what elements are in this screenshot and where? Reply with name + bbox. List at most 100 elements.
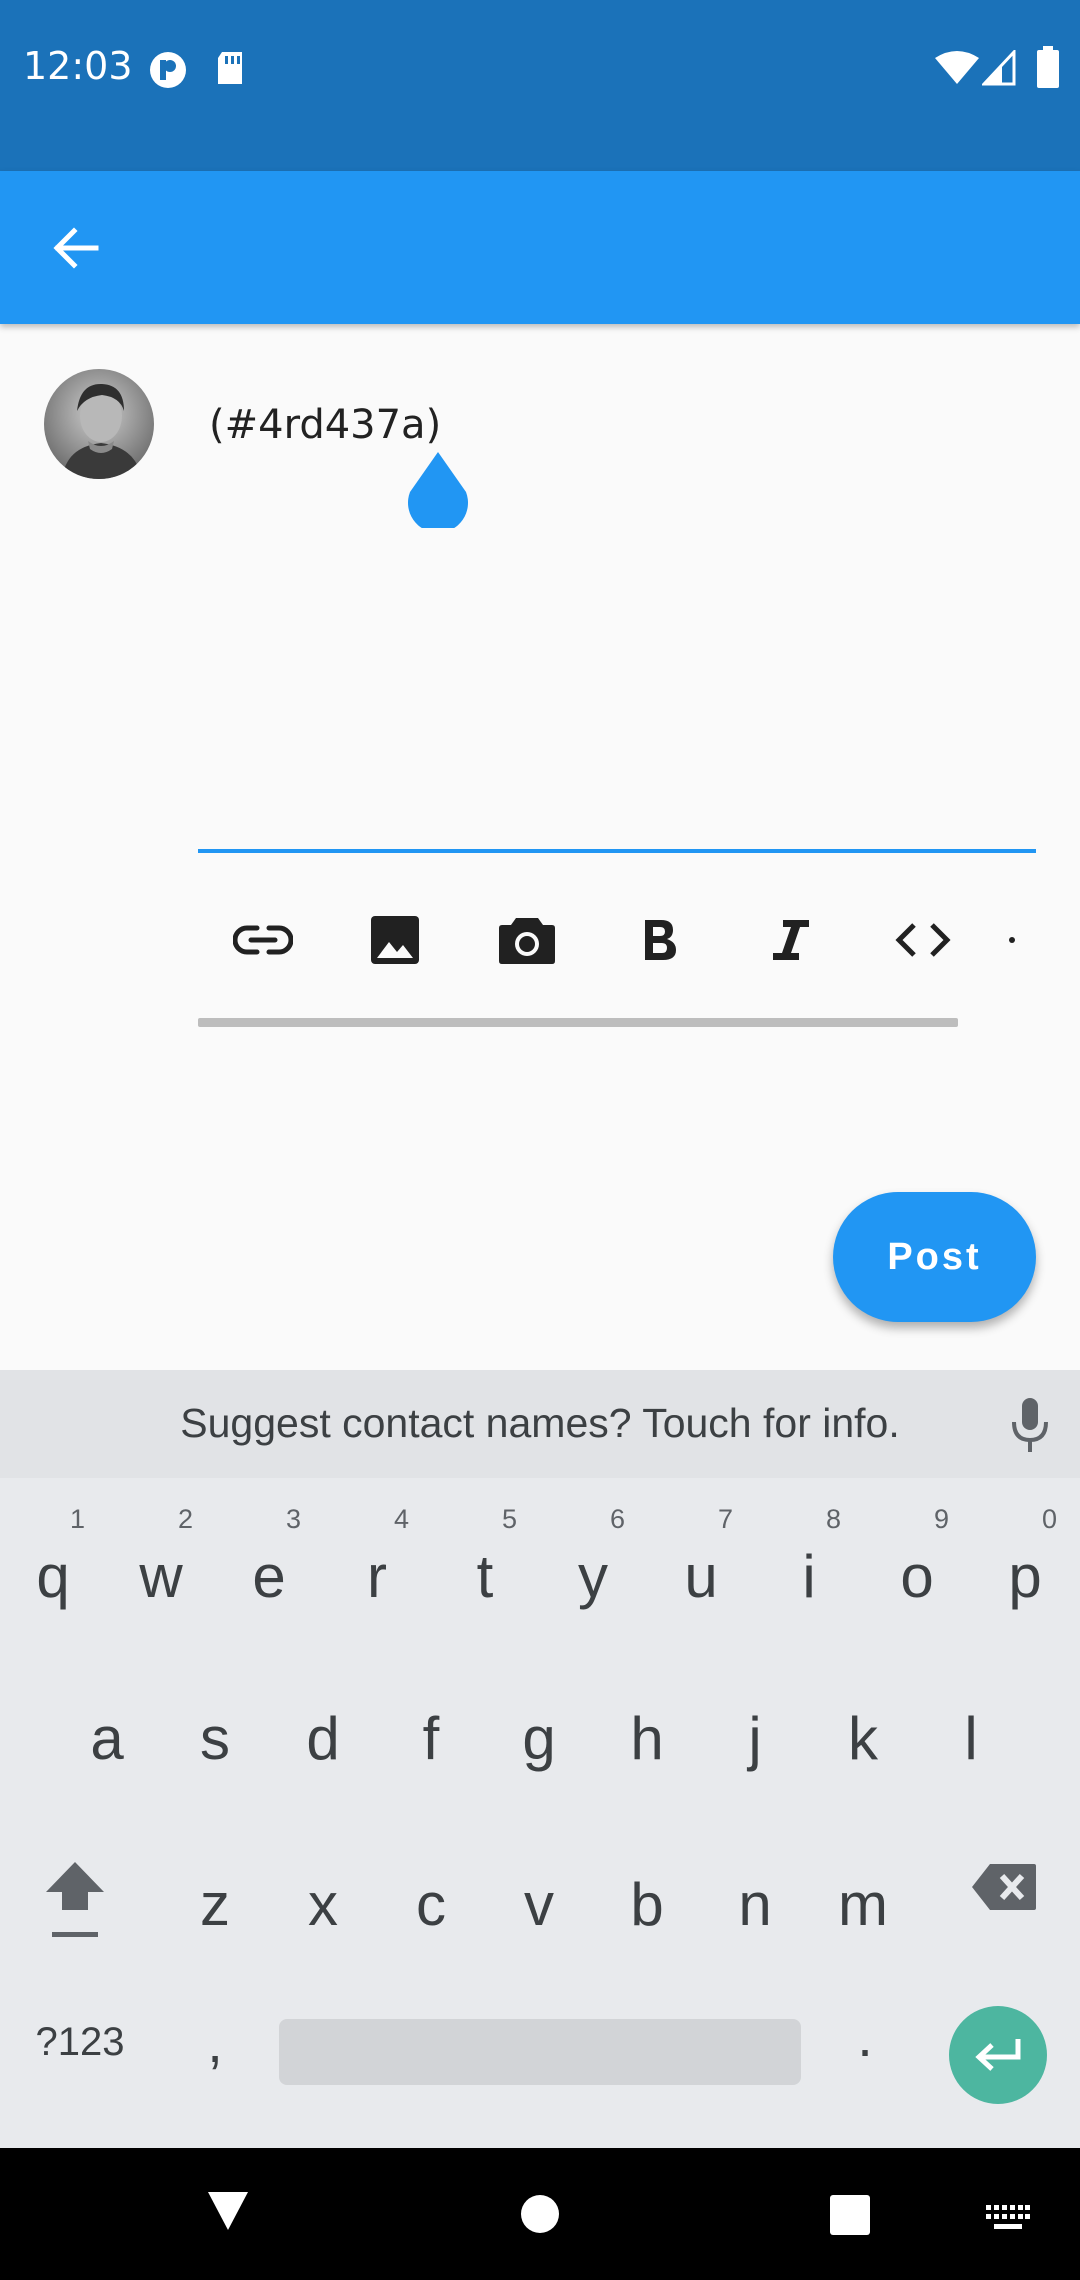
key-hint: 9 (933, 1504, 949, 1534)
key-label: i (802, 1543, 816, 1610)
comma-key[interactable]: , (190, 2010, 240, 2075)
image-icon[interactable] (350, 895, 440, 985)
key-hint: 4 (393, 1504, 409, 1534)
key-t[interactable]: t5 (435, 1500, 535, 1650)
key-label: e (252, 1543, 286, 1610)
keyboard: Suggest contact names? Touch for info. ?… (0, 1370, 1080, 2148)
key-label: d (306, 1705, 340, 1772)
key-label: n (738, 1871, 772, 1938)
italic-icon[interactable] (746, 895, 836, 985)
key-q[interactable]: q1 (3, 1500, 103, 1650)
key-e[interactable]: e3 (219, 1500, 319, 1650)
status-bar: 12:03 (0, 0, 1080, 171)
key-s[interactable]: s (165, 1662, 265, 1812)
toolbar-scrollbar[interactable] (198, 1018, 958, 1027)
key-hint: 2 (177, 1504, 193, 1534)
suggestion-bar[interactable]: Suggest contact names? Touch for info. (0, 1370, 1080, 1478)
key-label: p (1008, 1543, 1042, 1610)
key-x[interactable]: x (273, 1828, 373, 1978)
sd-card-icon (218, 52, 242, 84)
microphone-icon[interactable] (1010, 1396, 1050, 1454)
key-hint: 8 (825, 1504, 841, 1534)
key-hint: 0 (1041, 1504, 1057, 1534)
key-u[interactable]: u7 (651, 1500, 751, 1650)
key-label: j (748, 1705, 762, 1772)
key-l[interactable]: l (921, 1662, 1021, 1812)
recents-nav-icon[interactable] (829, 2194, 871, 2236)
back-arrow-icon[interactable] (50, 223, 100, 273)
key-label: v (524, 1871, 554, 1938)
shift-icon[interactable] (44, 1860, 106, 1950)
key-label: s (200, 1705, 230, 1772)
compose-input[interactable]: (#4rd437a) (209, 402, 441, 448)
enter-icon (975, 2039, 1021, 2071)
enter-key[interactable] (949, 2006, 1047, 2104)
camera-icon[interactable] (482, 895, 572, 985)
key-hint: 1 (69, 1504, 85, 1534)
key-hint: 5 (501, 1504, 517, 1534)
app-notification-icon (150, 52, 186, 88)
key-o[interactable]: o9 (867, 1500, 967, 1650)
key-hint: 6 (609, 1504, 625, 1534)
avatar (44, 369, 154, 479)
key-label: g (522, 1705, 556, 1772)
more-icon[interactable] (988, 895, 1036, 985)
key-label: b (630, 1871, 664, 1938)
back-nav-icon[interactable] (206, 2190, 250, 2232)
suggestion-text[interactable]: Suggest contact names? Touch for info. (0, 1400, 1080, 1447)
key-label: w (139, 1543, 183, 1610)
key-f[interactable]: f (381, 1662, 481, 1812)
key-d[interactable]: d (273, 1662, 373, 1812)
code-icon[interactable] (878, 895, 968, 985)
key-p[interactable]: p0 (975, 1500, 1075, 1650)
period-key[interactable]: . (840, 2004, 890, 2069)
key-label: l (964, 1705, 978, 1772)
status-time: 12:03 (23, 44, 133, 88)
text-cursor-handle[interactable] (406, 452, 470, 528)
app-bar (0, 171, 1080, 324)
home-nav-icon[interactable] (520, 2194, 560, 2234)
bold-icon[interactable] (614, 895, 704, 985)
symbols-key[interactable]: ?123 (0, 2020, 160, 2065)
key-hint: 3 (285, 1504, 301, 1534)
key-label: t (476, 1543, 494, 1610)
key-label: k (848, 1705, 878, 1772)
key-label: m (838, 1871, 888, 1938)
key-label: r (367, 1543, 387, 1610)
key-i[interactable]: i8 (759, 1500, 859, 1650)
key-label: a (90, 1705, 124, 1772)
key-v[interactable]: v (489, 1828, 589, 1978)
post-button[interactable]: Post (833, 1192, 1036, 1322)
key-label: x (308, 1871, 338, 1938)
key-m[interactable]: m (813, 1828, 913, 1978)
key-n[interactable]: n (705, 1828, 805, 1978)
key-label: z (200, 1871, 230, 1938)
wifi-icon (935, 51, 979, 84)
backspace-icon[interactable] (970, 1862, 1038, 1912)
key-a[interactable]: a (57, 1662, 157, 1812)
key-z[interactable]: z (165, 1828, 265, 1978)
key-label: c (416, 1871, 446, 1938)
key-b[interactable]: b (597, 1828, 697, 1978)
link-icon[interactable] (218, 895, 308, 985)
key-label: o (900, 1543, 934, 1610)
key-label: y (578, 1543, 608, 1610)
navigation-bar (0, 2148, 1080, 2280)
key-label: f (422, 1705, 440, 1772)
key-y[interactable]: y6 (543, 1500, 643, 1650)
input-underline (198, 849, 1036, 853)
key-j[interactable]: j (705, 1662, 805, 1812)
key-g[interactable]: g (489, 1662, 589, 1812)
key-label: h (630, 1705, 664, 1772)
keyboard-switch-icon[interactable] (986, 2205, 1030, 2231)
key-h[interactable]: h (597, 1662, 697, 1812)
key-r[interactable]: r4 (327, 1500, 427, 1650)
key-k[interactable]: k (813, 1662, 913, 1812)
key-label: u (684, 1543, 718, 1610)
space-bar[interactable] (279, 2019, 801, 2085)
key-w[interactable]: w2 (111, 1500, 211, 1650)
battery-icon (1037, 46, 1059, 88)
key-c[interactable]: c (381, 1828, 481, 1978)
key-label: q (36, 1543, 70, 1610)
cell-signal-icon (982, 50, 1016, 86)
